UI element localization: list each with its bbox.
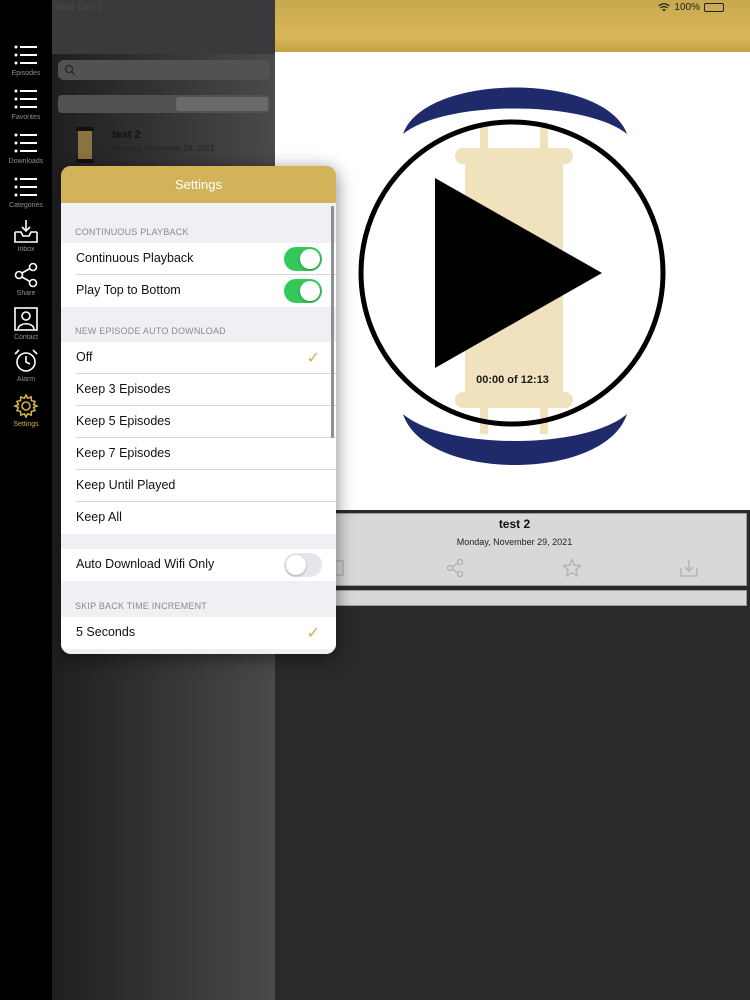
episode-info-bar: test 2 Monday, November 29, 2021 xyxy=(282,513,747,586)
tab-share[interactable]: Share xyxy=(0,262,52,306)
segmented-control[interactable] xyxy=(58,95,270,113)
search-icon xyxy=(64,64,76,76)
row-keep-all[interactable]: Keep All xyxy=(61,502,336,534)
now-playing-title: test 2 xyxy=(498,517,531,531)
alarm-icon xyxy=(14,349,38,372)
inbox-icon xyxy=(14,220,38,243)
wifi-icon xyxy=(658,3,671,12)
row-label: Play Top to Bottom xyxy=(76,283,181,297)
row-play-top-to-bottom[interactable]: Play Top to Bottom xyxy=(61,275,336,307)
list-icon xyxy=(14,177,37,197)
tab-favorites[interactable]: Favorites xyxy=(0,86,52,130)
episode-title: test 2 xyxy=(112,129,141,141)
share-icon[interactable] xyxy=(445,558,465,578)
play-button[interactable] xyxy=(361,122,663,424)
gear-icon xyxy=(13,393,39,419)
battery-icon xyxy=(704,3,724,12)
row-auto-download-off[interactable]: Off ✓ xyxy=(61,342,336,374)
row-label: Continuous Playback xyxy=(76,251,194,265)
wifi-only-toggle[interactable] xyxy=(284,553,322,577)
search-field[interactable] xyxy=(58,60,270,80)
tab-categories[interactable]: Categories xyxy=(0,174,52,218)
row-continuous-playback[interactable]: Continuous Playback xyxy=(61,243,336,275)
settings-title: Settings xyxy=(61,166,336,203)
episode-date: Monday, November 29, 2021 xyxy=(112,144,215,153)
section-header-skip-back: SKIP BACK TIME INCREMENT xyxy=(75,601,207,611)
tab-bar: Episodes Favorites Downloads Categories … xyxy=(0,0,52,1000)
playback-progress-strip[interactable] xyxy=(282,590,747,606)
section-header-continuous-playback: CONTINUOUS PLAYBACK xyxy=(75,227,189,237)
contact-icon xyxy=(14,307,38,331)
star-icon[interactable] xyxy=(562,558,582,578)
row-label: Off xyxy=(76,350,93,364)
status-indicators: 100% xyxy=(658,2,724,13)
list-item[interactable]: test 2 Monday, November 29, 2021 xyxy=(52,120,275,166)
row-auto-download-wifi-only[interactable]: Auto Download Wifi Only xyxy=(61,549,336,581)
tab-episodes[interactable]: Episodes xyxy=(0,42,52,86)
row-label: Keep 5 Episodes xyxy=(76,414,171,428)
share-icon xyxy=(14,262,38,288)
list-icon xyxy=(14,45,37,65)
download-icon[interactable] xyxy=(679,558,699,578)
row-label: Keep 3 Episodes xyxy=(76,382,171,396)
continuous-playback-toggle[interactable] xyxy=(284,247,322,271)
battery-percent: 100% xyxy=(674,2,700,13)
tab-label: Episodes xyxy=(11,70,41,77)
tab-label: Downloads xyxy=(8,158,44,165)
tab-label: Share xyxy=(16,290,36,297)
row-label: Keep 7 Episodes xyxy=(76,446,171,460)
tab-settings[interactable]: Settings xyxy=(0,393,52,437)
row-keep-7-episodes[interactable]: Keep 7 Episodes xyxy=(61,438,336,470)
tab-label: Inbox xyxy=(17,246,35,253)
row-keep-3-episodes[interactable]: Keep 3 Episodes xyxy=(61,374,336,406)
row-label: Auto Download Wifi Only xyxy=(76,557,215,571)
tab-label: Contact xyxy=(13,334,39,341)
tab-inbox[interactable]: Inbox xyxy=(0,218,52,262)
checkmark-icon: ✓ xyxy=(306,625,320,642)
tab-label: Alarm xyxy=(16,376,36,383)
tab-contact[interactable]: Contact xyxy=(0,306,52,350)
list-icon xyxy=(14,133,37,153)
row-keep-until-played[interactable]: Keep Until Played xyxy=(61,470,336,502)
tab-label: Settings xyxy=(13,421,39,428)
scroll-indicator[interactable] xyxy=(331,206,334,438)
tab-downloads[interactable]: Downloads xyxy=(0,130,52,174)
checkmark-icon: ✓ xyxy=(306,350,320,367)
row-keep-5-episodes[interactable]: Keep 5 Episodes xyxy=(61,406,336,438)
section-header-auto-download: NEW EPISODE AUTO DOWNLOAD xyxy=(75,326,226,336)
row-label: 5 Seconds xyxy=(76,625,136,639)
row-skip-5-seconds[interactable]: 5 Seconds ✓ xyxy=(61,617,336,649)
tab-label: Favorites xyxy=(11,114,41,121)
episode-artwork: 00:00 of 12:13 xyxy=(275,52,750,510)
list-icon xyxy=(14,89,37,109)
play-top-to-bottom-toggle[interactable] xyxy=(284,279,322,303)
now-playing-date: Monday, November 29, 2021 xyxy=(456,537,573,547)
status-time: Wed Dec 1 xyxy=(54,2,104,13)
segment-selected[interactable] xyxy=(176,97,268,111)
scroll-thumbnail-icon xyxy=(76,127,94,163)
tab-label: Categories xyxy=(9,202,43,209)
row-label: Keep Until Played xyxy=(76,478,176,492)
row-label: Keep All xyxy=(76,510,122,524)
settings-popover: Settings CONTINUOUS PLAYBACK Continuous … xyxy=(61,166,336,654)
tab-alarm[interactable]: Alarm xyxy=(0,348,52,392)
